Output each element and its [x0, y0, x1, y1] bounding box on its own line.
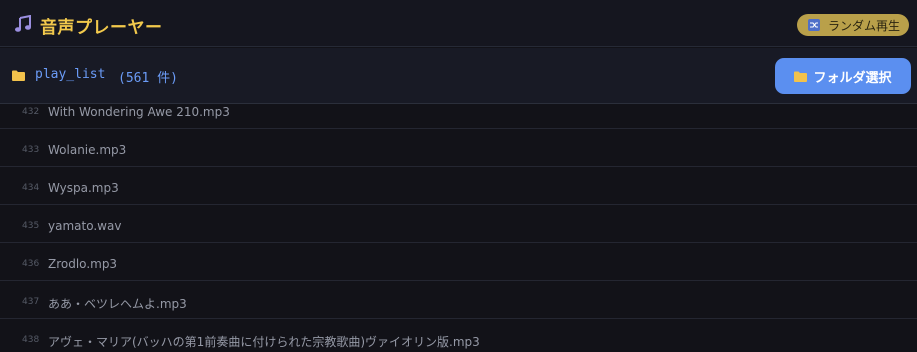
app-title: 音声プレーヤー [40, 18, 163, 38]
list-item[interactable]: 437 ああ・ベツレヘムよ.mp3 [0, 281, 917, 319]
track-number: 437 [22, 297, 40, 307]
track-name: Zrodlo.mp3 [48, 257, 118, 271]
list-item[interactable]: 434 Wyspa.mp3 [0, 167, 917, 205]
list-item[interactable]: 438 アヴェ・マリア(バッハの第1前奏曲に付けられた宗教歌曲)ヴァイオリン版.… [0, 319, 917, 352]
playlist-toolbar: play_list (561 件) フォルダ選択 [0, 48, 917, 104]
select-folder-button[interactable]: フォルダ選択 [775, 58, 911, 94]
track-number: 435 [22, 221, 40, 231]
track-list[interactable]: 432 With Wondering Awe 210.mp3 433 Wolan… [0, 105, 917, 352]
app-header: 音声プレーヤー ランダム再生 [0, 0, 917, 47]
list-item[interactable]: 432 With Wondering Awe 210.mp3 [0, 105, 917, 129]
list-item[interactable]: 435 yamato.wav [0, 205, 917, 243]
select-folder-label: フォルダ選択 [813, 70, 892, 86]
track-count: (561 件) [118, 71, 178, 86]
folder-icon [794, 71, 808, 82]
shuffle-play-label: ランダム再生 [828, 18, 901, 33]
track-number: 434 [22, 183, 40, 193]
track-name: アヴェ・マリア(バッハの第1前奏曲に付けられた宗教歌曲)ヴァイオリン版.mp3 [48, 335, 480, 349]
track-number: 433 [22, 145, 40, 155]
track-number: 436 [22, 259, 40, 269]
shuffle-play-button[interactable]: ランダム再生 [797, 14, 909, 36]
track-name: Wyspa.mp3 [48, 181, 119, 195]
track-number: 438 [22, 335, 40, 345]
list-item[interactable]: 433 Wolanie.mp3 [0, 129, 917, 167]
track-name: With Wondering Awe 210.mp3 [48, 105, 230, 119]
track-number: 432 [22, 107, 40, 117]
track-name: ああ・ベツレヘムよ.mp3 [48, 297, 187, 311]
music-note-icon [15, 15, 31, 32]
playlist-name: play_list [35, 67, 106, 82]
track-name: yamato.wav [48, 219, 122, 233]
list-item[interactable]: 436 Zrodlo.mp3 [0, 243, 917, 281]
audio-player-app: 音声プレーヤー ランダム再生 play_list (561 件) フォルダ選択 … [0, 0, 917, 352]
folder-icon [12, 70, 25, 81]
shuffle-icon [808, 19, 820, 31]
track-name: Wolanie.mp3 [48, 143, 127, 157]
